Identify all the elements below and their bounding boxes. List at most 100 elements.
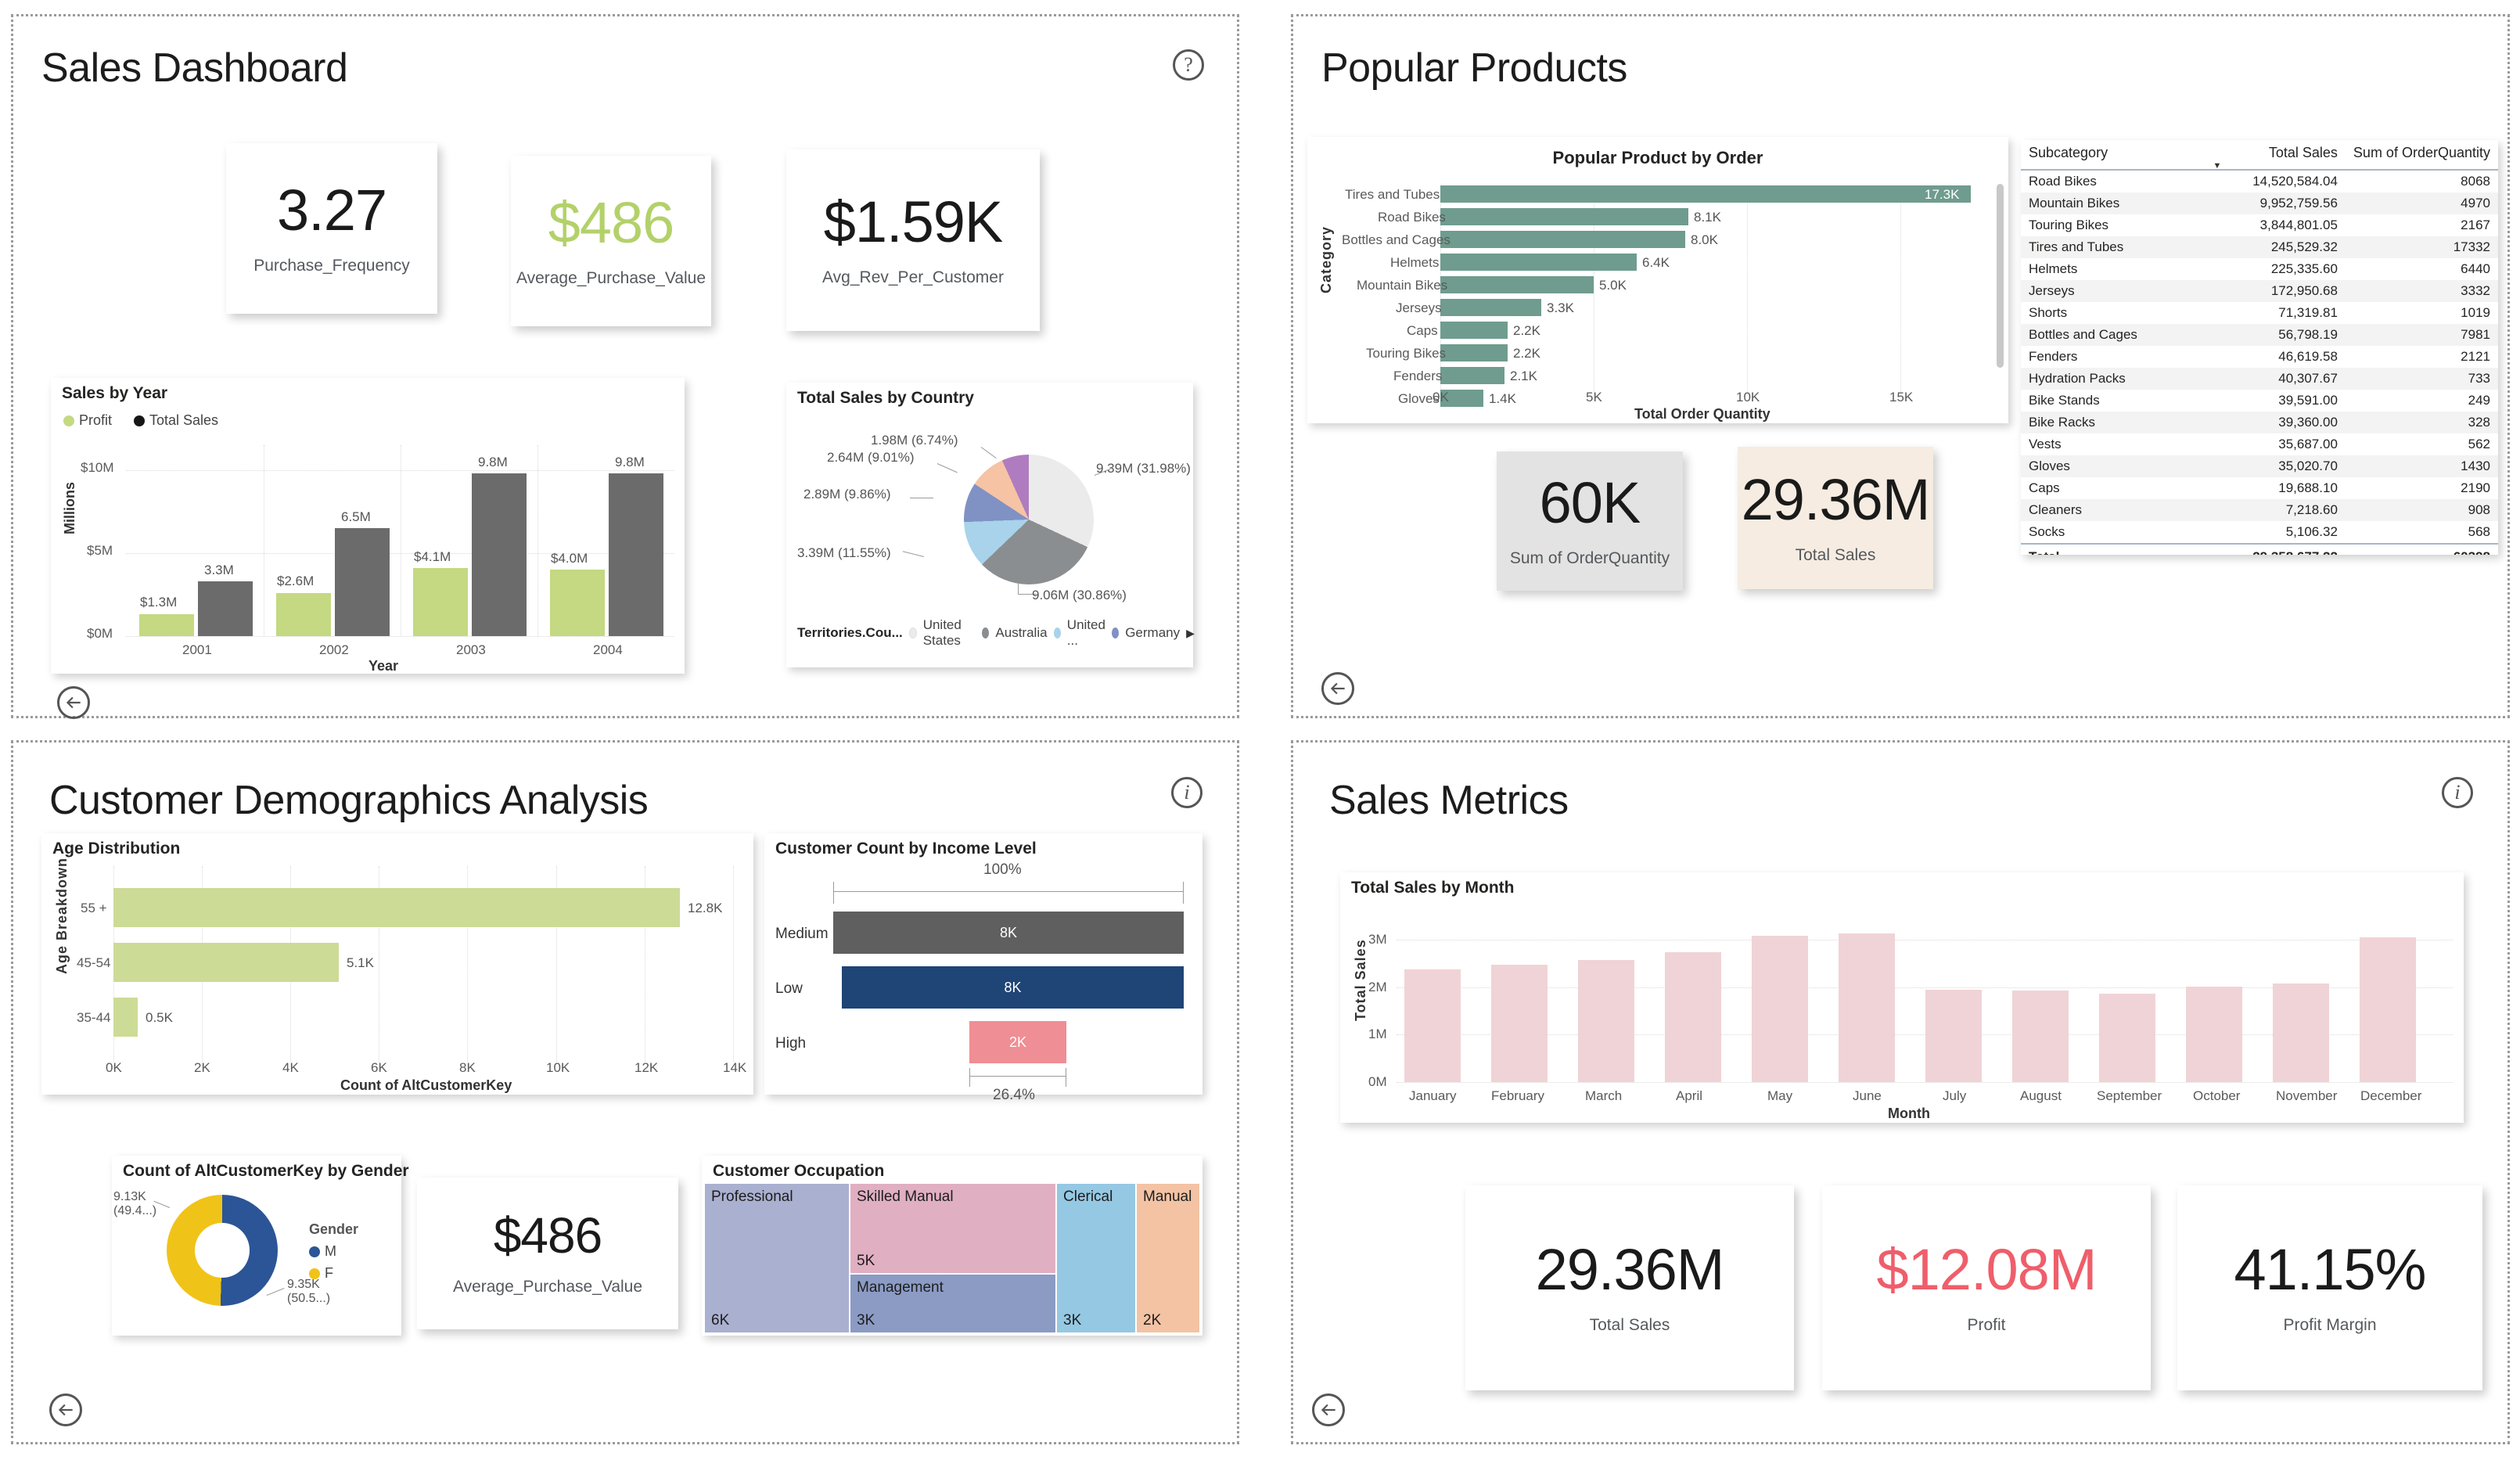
info-icon-customer-demographics[interactable]: i (1171, 777, 1202, 808)
treemap-tile-manual[interactable]: Manual 2K (1137, 1184, 1199, 1332)
table-row[interactable]: Road Bikes 14,520,584.04 8068 (2021, 170, 2498, 192)
bar-helmets[interactable] (1440, 254, 1637, 271)
bar-august[interactable] (2012, 991, 2069, 1082)
chart-popular-product-by-order[interactable]: Popular Product by Order Category 17.3K … (1307, 137, 2008, 423)
legend-profit[interactable]: Profit (63, 412, 112, 429)
kpi-total-sales-metrics[interactable]: 29.36M Total Sales (1465, 1185, 1794, 1390)
bar-age-55plus[interactable] (113, 888, 680, 927)
table-row[interactable]: Bike Racks 39,360.00 328 (2021, 412, 2498, 433)
bar-december[interactable] (2360, 937, 2416, 1082)
kpi-profit-metrics[interactable]: $12.08M Profit (1822, 1185, 2151, 1390)
pie-legend[interactable]: Territories.Cou... United States Austral… (797, 617, 1195, 649)
bar-may[interactable] (1752, 936, 1808, 1082)
back-arrow-icon-customer-demographics[interactable] (49, 1393, 82, 1426)
table-subcategory-sales[interactable]: Subcategory Total Sales ▼ Sum of OrderQu… (2021, 140, 2498, 555)
bar-road-bikes[interactable] (1440, 208, 1688, 225)
table-row[interactable]: Bike Stands 39,591.00 249 (2021, 390, 2498, 412)
bar-income-medium[interactable]: 8K (833, 912, 1184, 954)
treemap-tile-professional[interactable]: Professional 6K (705, 1184, 849, 1332)
table-row[interactable]: Jerseys 172,950.68 3332 (2021, 280, 2498, 302)
bar-touring-bikes[interactable] (1440, 344, 1508, 361)
panel-sales-metrics[interactable]: Sales Metrics i Total Sales by Month Tot… (1291, 740, 2510, 1444)
kpi-avg-rev-per-customer[interactable]: $1.59K Avg_Rev_Per_Customer (786, 149, 1040, 331)
back-arrow-icon-sales-dashboard[interactable] (57, 686, 90, 719)
bar-bottles-and-cages[interactable] (1440, 231, 1685, 248)
bar-september[interactable] (2099, 994, 2155, 1082)
treemap-tile-clerical[interactable]: Clerical 3K (1057, 1184, 1135, 1332)
kpi-total-sales-popular-products[interactable]: 29.36M Total Sales (1738, 447, 1933, 589)
question-mark-icon[interactable]: ? (1173, 49, 1204, 81)
col-total-sales[interactable]: Total Sales ▼ (2206, 140, 2346, 171)
info-icon-sales-metrics[interactable]: i (2442, 777, 2473, 808)
table-row[interactable]: Hydration Packs 40,307.67 733 (2021, 368, 2498, 390)
bar-profit-2004[interactable] (550, 570, 605, 636)
panel-popular-products[interactable]: Popular Products Popular Product by Orde… (1291, 14, 2510, 718)
table-row[interactable]: Tires and Tubes 245,529.32 17332 (2021, 236, 2498, 258)
bar-profit-2003[interactable] (413, 568, 468, 636)
panel-customer-demographics[interactable]: Customer Demographics Analysis i Age Dis… (11, 740, 1239, 1444)
back-arrow-icon-sales-metrics[interactable] (1312, 1393, 1345, 1426)
bar-age-35-44[interactable] (113, 998, 138, 1037)
col-sum-of-orderquantity[interactable]: Sum of OrderQuantity (2345, 140, 2498, 171)
legend-overflow-arrow-icon[interactable]: ▶ (1186, 627, 1195, 640)
bar-income-high[interactable]: 2K (969, 1021, 1066, 1063)
bar-total-2002[interactable] (335, 528, 390, 636)
bar-age-45-54[interactable] (113, 943, 339, 982)
table-row[interactable]: Vests 35,687.00 562 (2021, 433, 2498, 455)
bar-fenders[interactable] (1440, 367, 1504, 384)
kpi-sum-of-orderquantity[interactable]: 60K Sum of OrderQuantity (1497, 451, 1683, 591)
treemap-tile-skilled-manual[interactable]: Skilled Manual 5K (850, 1184, 1055, 1273)
legend-gender-m[interactable]: M (309, 1243, 336, 1260)
table-row[interactable]: Touring Bikes 3,844,801.05 2167 (2021, 214, 2498, 236)
bar-january[interactable] (1404, 969, 1461, 1082)
bar-income-low[interactable]: 8K (842, 966, 1184, 1009)
bar-total-2003[interactable] (472, 473, 527, 636)
table-row[interactable]: Socks 5,106.32 568 (2021, 521, 2498, 544)
legend-gender-f[interactable]: F (309, 1265, 333, 1282)
bar-profit-2001[interactable] (139, 614, 194, 636)
chart-total-sales-by-country[interactable]: Total Sales by Country 9.39M (31.98%) 9.… (786, 383, 1195, 667)
kpi-profit-margin-metrics[interactable]: 41.15% Profit Margin (2177, 1185, 2482, 1390)
col-subcategory[interactable]: Subcategory (2021, 140, 2207, 171)
bar-caps[interactable] (1440, 322, 1508, 339)
panel-sales-dashboard[interactable]: Sales Dashboard ? 3.27 Purchase_Frequenc… (11, 14, 1239, 719)
bar-jerseys[interactable] (1440, 299, 1541, 316)
kpi-average-purchase-value[interactable]: $486 Average_Purchase_Value (511, 156, 711, 326)
table-row[interactable]: Fenders 46,619.58 2121 (2021, 346, 2498, 368)
bar-october[interactable] (2186, 987, 2242, 1082)
table-row[interactable]: Caps 19,688.10 2190 (2021, 477, 2498, 499)
chart-customer-occupation[interactable]: Customer Occupation Professional 6K Skil… (702, 1156, 1202, 1336)
chart-sales-by-year[interactable]: Sales by Year Profit Total Sales Million… (51, 378, 685, 674)
table-row[interactable]: Helmets 225,335.60 6440 (2021, 258, 2498, 280)
bar-july[interactable] (1925, 990, 1982, 1082)
bar-mountain-bikes[interactable] (1440, 276, 1594, 293)
bar-total-2004[interactable] (609, 473, 663, 636)
chart-count-by-gender[interactable]: Count of AltCustomerKey by Gender 9.13K … (112, 1156, 409, 1336)
chart-customer-count-by-income[interactable]: Customer Count by Income Level 100% 8K M… (764, 833, 1202, 1103)
table-row[interactable]: Bottles and Cages 56,798.19 7981 (2021, 324, 2498, 346)
table-row[interactable]: Shorts 71,319.81 1019 (2021, 302, 2498, 324)
bar-total-2001[interactable] (198, 581, 253, 636)
bar-november[interactable] (2273, 984, 2329, 1082)
bar-march[interactable] (1578, 960, 1634, 1082)
table-row[interactable]: Gloves 35,020.70 1430 (2021, 455, 2498, 477)
bar-profit-2002[interactable] (276, 593, 331, 636)
bar-june[interactable] (1839, 933, 1895, 1082)
table-row[interactable]: Cleaners 7,218.60 908 (2021, 499, 2498, 521)
x-tick-0k: 0K (1433, 390, 1449, 405)
pie-total-sales-by-country[interactable] (964, 455, 1094, 584)
bar-april[interactable] (1665, 952, 1721, 1082)
products-table[interactable]: Subcategory Total Sales ▼ Sum of OrderQu… (2021, 140, 2498, 555)
table-row[interactable]: Mountain Bikes 9,952,759.56 4970 (2021, 192, 2498, 214)
bar-tires-and-tubes[interactable] (1440, 185, 1971, 203)
bar-february[interactable] (1491, 965, 1548, 1082)
treemap-tile-management[interactable]: Management 3K (850, 1275, 1055, 1332)
legend-total-sales[interactable]: Total Sales (134, 412, 218, 429)
chart-total-sales-by-month[interactable]: Total Sales by Month Total Sales 0M 1M 2… (1340, 872, 2464, 1123)
chart-age-distribution[interactable]: Age Distribution Age Breakdown 12.8K 55 … (41, 833, 753, 1095)
sort-descending-icon[interactable]: ▼ (2213, 161, 2221, 171)
kpi-purchase-frequency[interactable]: 3.27 Purchase_Frequency (226, 143, 437, 314)
kpi-average-purchase-value-demographics[interactable]: $486 Average_Purchase_Value (417, 1178, 678, 1329)
chart-scrollbar[interactable] (1997, 184, 2004, 368)
back-arrow-icon-popular-products[interactable] (1321, 672, 1354, 705)
